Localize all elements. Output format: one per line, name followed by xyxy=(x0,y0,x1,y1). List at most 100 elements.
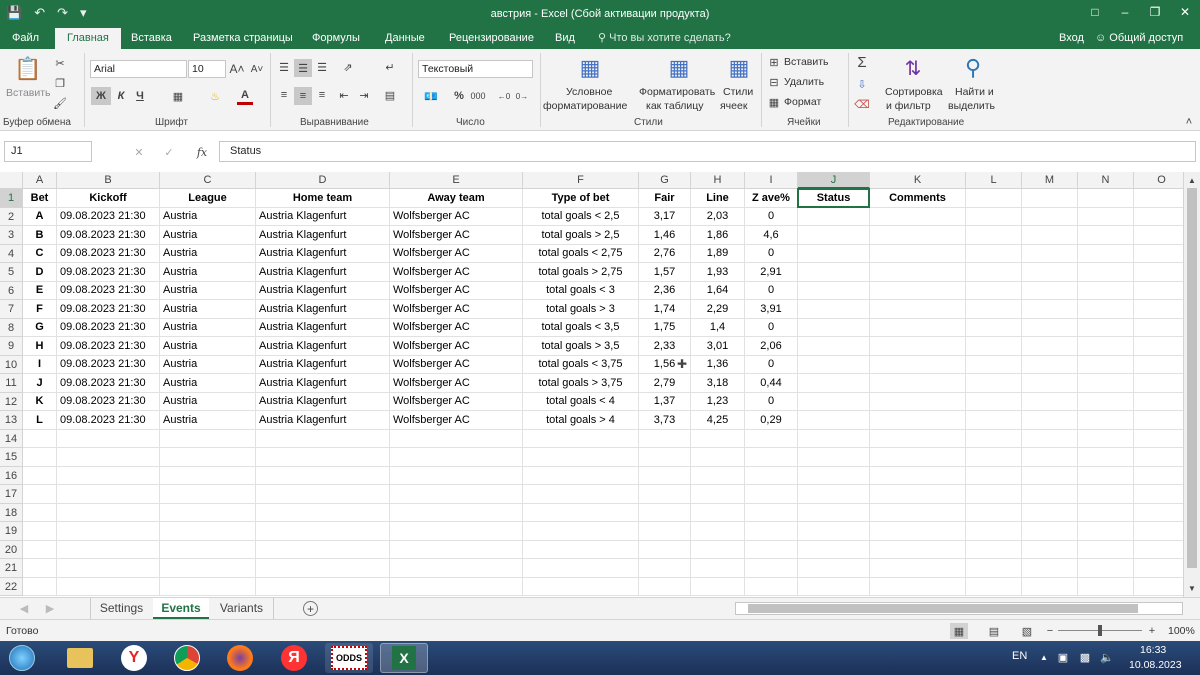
collapse-ribbon-icon[interactable]: ˄ xyxy=(1182,115,1196,129)
table-cell[interactable]: I xyxy=(23,355,57,374)
table-cell[interactable]: Wolfsberger AC xyxy=(390,300,523,319)
tab-view[interactable]: Вид xyxy=(555,28,575,49)
increase-font-icon[interactable]: A˄ xyxy=(229,60,245,78)
tab-insert[interactable]: Вставка xyxy=(131,28,172,49)
table-cell[interactable]: 3,18 xyxy=(691,374,745,393)
cut-icon[interactable]: ✂ xyxy=(52,55,68,71)
tab-review[interactable]: Рецензирование xyxy=(449,28,534,49)
table-cell[interactable] xyxy=(1022,392,1078,411)
clear-icon[interactable]: ⌫ xyxy=(853,95,871,113)
table-cell[interactable] xyxy=(1022,559,1078,578)
table-cell[interactable] xyxy=(870,263,966,282)
conditional-formatting-label-1[interactable]: Условное xyxy=(566,86,612,98)
table-cell[interactable] xyxy=(798,374,870,393)
table-cell[interactable] xyxy=(256,466,390,485)
table-cell[interactable] xyxy=(745,429,798,448)
ribbon-display-button[interactable]: □ xyxy=(1080,0,1110,24)
format-as-table-label-2[interactable]: как таблицу xyxy=(646,100,704,112)
table-cell[interactable] xyxy=(1134,430,1183,448)
table-cell[interactable] xyxy=(1134,393,1183,411)
column-header-a[interactable]: A xyxy=(23,172,57,189)
table-cell[interactable]: 09.08.2023 21:30 xyxy=(57,318,160,337)
table-cell[interactable] xyxy=(23,429,57,448)
table-cell[interactable]: 09.08.2023 21:30 xyxy=(57,263,160,282)
column-header-o[interactable]: O xyxy=(1134,172,1183,189)
page-layout-view-icon[interactable]: ▤ xyxy=(985,623,1003,639)
table-cell[interactable] xyxy=(256,577,390,596)
tell-me-box[interactable]: ⚲ Что вы хотите сделать? xyxy=(598,28,731,49)
share-button[interactable]: ☺ Общий доступ xyxy=(1095,28,1183,49)
table-cell[interactable]: B xyxy=(23,226,57,245)
table-cell[interactable] xyxy=(523,559,639,578)
table-cell[interactable] xyxy=(798,448,870,467)
increase-decimal-icon[interactable]: ←0 xyxy=(496,87,512,105)
table-cell[interactable] xyxy=(1078,355,1134,374)
table-cell[interactable]: 3,17 xyxy=(639,207,691,226)
normal-view-icon[interactable]: ▦ xyxy=(950,623,968,639)
accounting-format-icon[interactable]: 💶 xyxy=(420,87,442,105)
underline-button[interactable]: Ч xyxy=(132,87,148,105)
table-cell[interactable]: Austria Klagenfurt xyxy=(256,244,390,263)
table-cell[interactable] xyxy=(390,448,523,467)
wrap-text-icon[interactable]: ↵ xyxy=(382,59,398,75)
table-cell[interactable]: Austria xyxy=(160,337,256,356)
table-cell[interactable] xyxy=(1134,541,1183,559)
table-cell[interactable] xyxy=(798,226,870,245)
header-cell[interactable]: Comments xyxy=(870,189,966,208)
table-cell[interactable] xyxy=(523,485,639,504)
vertical-scrollbar[interactable]: ▲ ▼ xyxy=(1183,172,1200,597)
language-indicator[interactable]: EN xyxy=(1012,650,1027,662)
row-header[interactable]: 8 xyxy=(0,318,23,337)
table-cell[interactable] xyxy=(1078,263,1134,282)
table-cell[interactable]: 09.08.2023 21:30 xyxy=(57,374,160,393)
sort-filter-label-1[interactable]: Сортировка xyxy=(885,86,943,98)
font-size-box[interactable]: 10 xyxy=(188,60,226,78)
table-cell[interactable] xyxy=(1022,207,1078,226)
table-cell[interactable] xyxy=(870,429,966,448)
sheet-tab-variants[interactable]: Variants xyxy=(210,598,274,619)
table-cell[interactable] xyxy=(1078,522,1134,541)
table-cell[interactable]: total goals > 2,5 xyxy=(523,226,639,245)
header-cell[interactable] xyxy=(1134,189,1183,208)
table-cell[interactable]: 0,29 xyxy=(745,411,798,430)
table-cell[interactable]: 09.08.2023 21:30 xyxy=(57,244,160,263)
table-cell[interactable] xyxy=(57,485,160,504)
delete-cells-icon[interactable]: ⊟ xyxy=(767,75,781,89)
header-cell[interactable] xyxy=(1078,189,1134,208)
table-cell[interactable]: 1,89 xyxy=(691,244,745,263)
row-header[interactable]: 21 xyxy=(0,559,23,578)
table-cell[interactable] xyxy=(23,559,57,578)
insert-function-button[interactable]: fx xyxy=(194,145,210,159)
table-cell[interactable] xyxy=(1134,337,1183,356)
table-cell[interactable]: Austria Klagenfurt xyxy=(256,281,390,300)
row-header[interactable]: 17 xyxy=(0,485,23,504)
table-cell[interactable] xyxy=(1022,448,1078,467)
table-cell[interactable] xyxy=(798,207,870,226)
table-cell[interactable] xyxy=(798,300,870,319)
table-cell[interactable] xyxy=(160,503,256,522)
table-cell[interactable] xyxy=(390,540,523,559)
table-cell[interactable] xyxy=(57,577,160,596)
align-center-icon[interactable]: ≡ xyxy=(294,87,312,105)
header-cell[interactable]: Bet xyxy=(23,189,57,208)
table-cell[interactable] xyxy=(256,522,390,541)
table-cell[interactable] xyxy=(870,392,966,411)
table-cell[interactable] xyxy=(745,540,798,559)
table-cell[interactable] xyxy=(966,374,1022,393)
table-cell[interactable] xyxy=(639,503,691,522)
row-header[interactable]: 4 xyxy=(0,244,23,263)
table-cell[interactable] xyxy=(870,337,966,356)
table-cell[interactable] xyxy=(798,577,870,596)
table-cell[interactable] xyxy=(1022,485,1078,504)
table-cell[interactable] xyxy=(523,429,639,448)
column-header-f[interactable]: F xyxy=(523,172,639,189)
font-color-icon[interactable]: A xyxy=(237,87,253,105)
align-middle-icon[interactable]: ☰ xyxy=(294,59,312,77)
table-cell[interactable] xyxy=(256,540,390,559)
column-header-b[interactable]: B xyxy=(57,172,160,189)
table-cell[interactable] xyxy=(57,448,160,467)
table-cell[interactable]: 1,64 xyxy=(691,281,745,300)
zoom-slider-thumb[interactable] xyxy=(1098,625,1102,636)
table-cell[interactable] xyxy=(256,448,390,467)
table-cell[interactable] xyxy=(691,522,745,541)
